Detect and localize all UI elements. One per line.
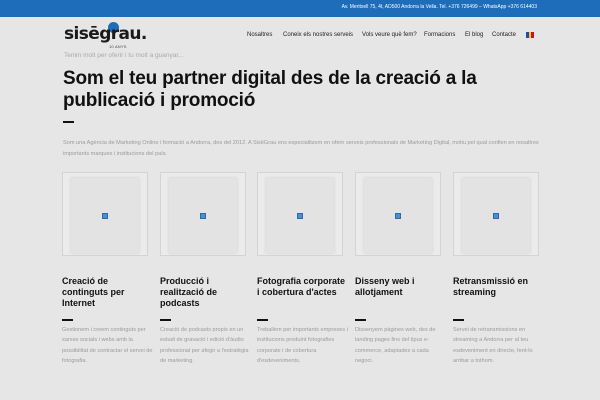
nav-item-contacte[interactable]: Contacte bbox=[492, 32, 516, 38]
service-divider bbox=[355, 319, 366, 321]
service-divider bbox=[160, 319, 171, 321]
top-contact-bar: Av. Meritxell 75, 4t, AD500 Andorra la V… bbox=[0, 0, 600, 17]
intro-paragraph: Som una Agència de Marketing Online i fo… bbox=[63, 140, 539, 157]
service-image-placeholder bbox=[364, 178, 432, 253]
service-title[interactable]: Disseny web i allotjament bbox=[355, 276, 441, 298]
service-description: Servei de retransmissions en streaming a… bbox=[453, 327, 533, 365]
service-card-image[interactable] bbox=[160, 172, 246, 256]
nav-item-formacions[interactable]: Formacions bbox=[424, 32, 455, 38]
topbar-contact-text: Av. Meritxell 75, 4t, AD500 Andorra la V… bbox=[341, 4, 537, 10]
main-nav: Nosaltres Coneix els nostres serveis Vol… bbox=[0, 32, 600, 42]
service-divider bbox=[453, 319, 464, 321]
service-image-placeholder bbox=[266, 178, 334, 253]
flag-andorra-icon[interactable] bbox=[526, 32, 534, 38]
tagline: Tenim molt per oferir i tu molt a guanya… bbox=[64, 52, 184, 59]
page-title: Som el teu partner digital des de la cre… bbox=[63, 68, 477, 111]
broken-image-icon bbox=[297, 213, 303, 219]
service-divider bbox=[62, 319, 73, 321]
nav-item-serveis[interactable]: Coneix els nostres serveis bbox=[283, 32, 353, 38]
logo-subtitle: 10 ANYS bbox=[109, 44, 127, 49]
service-description: Treballem per importants empreses i inst… bbox=[257, 327, 348, 365]
broken-image-icon bbox=[200, 213, 206, 219]
broken-image-icon bbox=[102, 213, 108, 219]
nav-item-blog[interactable]: El blog bbox=[465, 32, 483, 38]
service-divider bbox=[257, 319, 268, 321]
service-image-placeholder bbox=[169, 178, 237, 253]
service-description: Gestionem i creem continguts per xarxes … bbox=[62, 327, 153, 365]
service-card-image[interactable] bbox=[355, 172, 441, 256]
title-divider bbox=[63, 121, 74, 123]
service-card-image[interactable] bbox=[62, 172, 148, 256]
service-description: Dissenyem pàgines web, des de landing pa… bbox=[355, 327, 436, 365]
service-title[interactable]: Producció i realització de podcasts bbox=[160, 276, 246, 309]
service-card-image[interactable] bbox=[453, 172, 539, 256]
broken-image-icon bbox=[395, 213, 401, 219]
service-image-placeholder bbox=[462, 178, 530, 253]
site-header: sisēgrau. 10 ANYS Nosaltres Coneix els n… bbox=[0, 17, 600, 55]
nav-item-que-fem[interactable]: Vols veure què fem? bbox=[362, 32, 417, 38]
broken-image-icon bbox=[493, 213, 499, 219]
service-title[interactable]: Fotografia corporate i cobertura d'actes bbox=[257, 276, 347, 298]
service-image-placeholder bbox=[71, 178, 139, 253]
service-description: Creació de podcasts propis en un estudi … bbox=[160, 327, 249, 365]
nav-item-nosaltres[interactable]: Nosaltres bbox=[247, 32, 272, 38]
service-title[interactable]: Retransmissió en streaming bbox=[453, 276, 539, 298]
service-card-image[interactable] bbox=[257, 172, 343, 256]
service-title[interactable]: Creació de continguts per Internet bbox=[62, 276, 148, 309]
